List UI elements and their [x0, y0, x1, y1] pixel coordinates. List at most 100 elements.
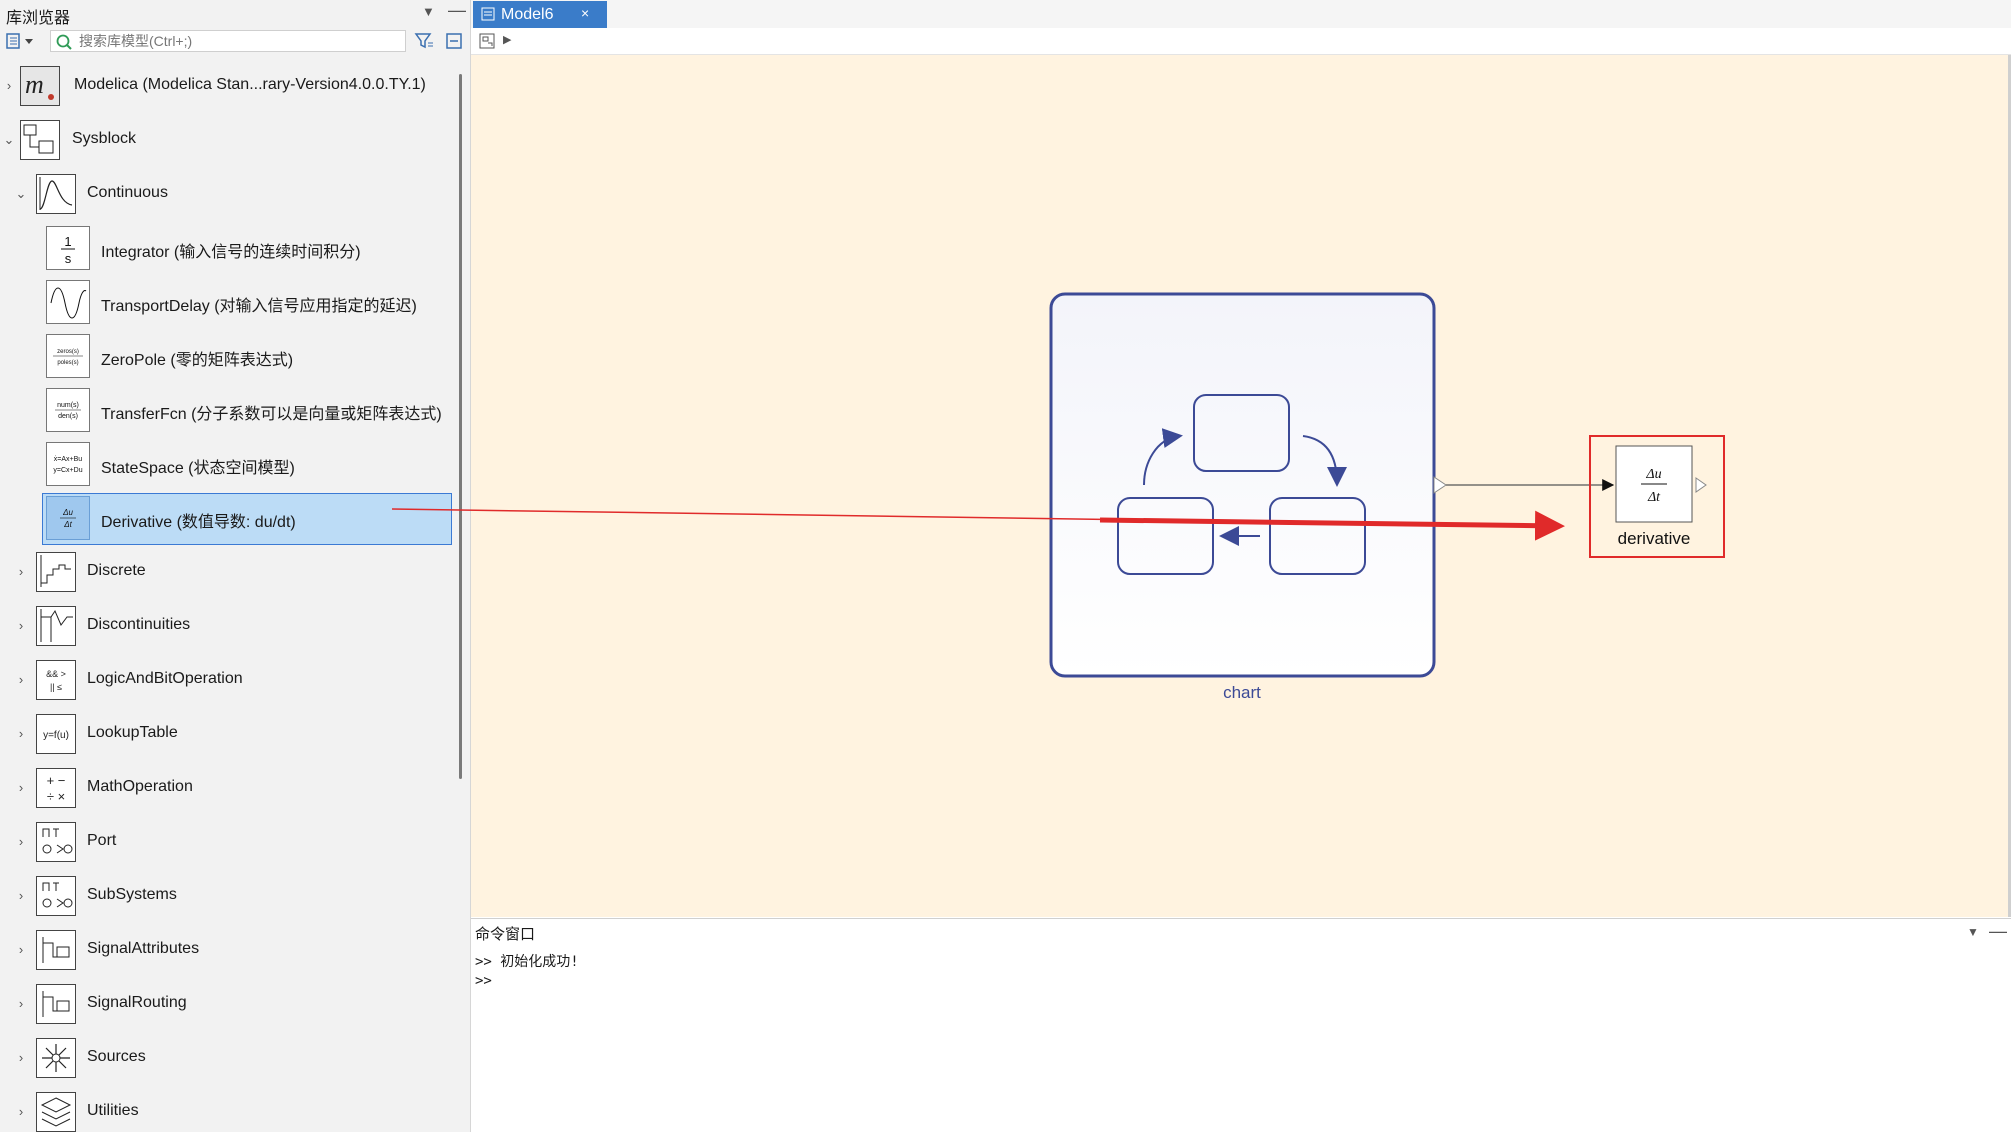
chevron-down-icon[interactable]: ⌄ — [2, 133, 16, 147]
svg-text:&& >: && > — [46, 669, 66, 679]
signal-attributes-icon — [36, 930, 76, 970]
chevron-right-icon[interactable]: › — [14, 1051, 28, 1065]
svg-text:s: s — [65, 251, 72, 266]
tree-item-sources[interactable]: › Sources — [0, 1032, 458, 1086]
tree-item-label: SignalAttributes — [87, 940, 200, 957]
command-window-title: 命令窗口 — [475, 926, 536, 943]
svg-text:num(s): num(s) — [57, 402, 79, 409]
svg-text:den(s): den(s) — [58, 413, 78, 420]
subsystems-icon — [36, 876, 76, 916]
svg-text:m: m — [25, 70, 44, 99]
tree-item-modelica[interactable]: › m Modelica (Modelica Stan...rary-Versi… — [0, 60, 458, 114]
chevron-right-icon[interactable]: › — [14, 781, 28, 795]
tree-item-label: LogicAndBitOperation — [87, 670, 243, 687]
tree-item-discontinuities[interactable]: › Discontinuities — [0, 600, 458, 654]
tree-item-math-operation[interactable]: › + − ÷ × MathOperation — [0, 762, 458, 816]
chevron-right-icon[interactable]: › — [14, 727, 28, 741]
breadcrumb: ▶ — [471, 28, 2011, 55]
command-prompt[interactable]: >> — [475, 973, 492, 989]
svg-text:1: 1 — [64, 234, 71, 249]
svg-text:Δt: Δt — [63, 520, 72, 529]
panel-menu-dropdown-icon[interactable]: ▼ — [422, 4, 435, 19]
tree-item-label: Sysblock — [72, 130, 137, 147]
tab-close-icon[interactable]: × — [581, 5, 589, 21]
svg-text:poles(s): poles(s) — [57, 360, 78, 366]
panel-menu-dropdown-icon[interactable]: ▼ — [1967, 925, 1979, 939]
chevron-right-icon[interactable]: › — [14, 835, 28, 849]
filter-button[interactable] — [414, 31, 434, 51]
collapse-all-button[interactable] — [444, 31, 464, 51]
tree-item-logic-and-bit-operation[interactable]: › && > || ≤ LogicAndBitOperation — [0, 654, 458, 708]
tree-item-discrete[interactable]: › Discrete — [0, 546, 458, 600]
chevron-right-icon[interactable]: › — [14, 565, 28, 579]
tree-item-sysblock[interactable]: ⌄ Sysblock — [0, 114, 458, 168]
port-icon — [36, 822, 76, 862]
tree-item-derivative[interactable]: Δu Δt Derivative (数值导数: du/dt) — [0, 492, 458, 546]
tree-item-label: Discontinuities — [87, 616, 191, 633]
math-operation-icon: + − ÷ × — [36, 768, 76, 808]
signal-routing-icon — [36, 984, 76, 1024]
chevron-right-icon[interactable]: › — [14, 943, 28, 957]
tree-scrollbar[interactable] — [459, 74, 462, 779]
tree-item-lookup-table[interactable]: › y=f(u) LookupTable — [0, 708, 458, 762]
chevron-right-icon[interactable]: › — [14, 673, 28, 687]
svg-text:Δu: Δu — [1645, 467, 1661, 482]
chart-block[interactable] — [1049, 292, 1447, 678]
chevron-down-icon[interactable]: ⌄ — [14, 187, 28, 201]
tree-item-transport-delay[interactable]: TransportDelay (对输入信号应用指定的延迟) — [0, 276, 458, 330]
tree-item-label: Derivative (数值导数: du/dt) — [101, 514, 296, 531]
model-canvas[interactable]: chart Δu Δt derivative — [471, 55, 2011, 917]
svg-text:+ −: + − — [47, 773, 66, 788]
search-box[interactable] — [50, 30, 406, 52]
tree-item-label: MathOperation — [87, 778, 193, 795]
svg-text:zeros(s): zeros(s) — [57, 349, 79, 355]
search-input[interactable] — [79, 32, 399, 50]
tree-item-integrator[interactable]: 1 s Integrator (输入信号的连续时间积分) — [0, 222, 458, 276]
breadcrumb-arrow-icon[interactable]: ▶ — [503, 33, 511, 46]
derivative-block[interactable]: Δu Δt — [1615, 445, 1707, 523]
state-space-icon: ẋ=Ax+Bu y=Cx+Du — [46, 442, 90, 486]
chevron-right-icon[interactable]: › — [14, 1105, 28, 1119]
tree-item-label: TransportDelay (对输入信号应用指定的延迟) — [101, 298, 417, 315]
tree-item-state-space[interactable]: ẋ=Ax+Bu y=Cx+Du StateSpace (状态空间模型) — [0, 438, 458, 492]
tree-item-subsystems[interactable]: › SubSystems — [0, 870, 458, 924]
library-tree: › m Modelica (Modelica Stan...rary-Versi… — [0, 58, 458, 1132]
transfer-fcn-icon: num(s) den(s) — [46, 388, 90, 432]
tree-item-label: Integrator (输入信号的连续时间积分) — [101, 244, 361, 261]
tree-item-transfer-fcn[interactable]: num(s) den(s) TransferFcn (分子系数可以是向量或矩阵表达… — [0, 384, 458, 438]
tree-item-label: LookupTable — [87, 724, 178, 741]
tree-item-signal-routing[interactable]: › SignalRouting — [0, 978, 458, 1032]
chevron-right-icon[interactable]: › — [14, 619, 28, 633]
tree-item-label: StateSpace (状态空间模型) — [101, 460, 295, 477]
panel-minimize-button[interactable]: — — [1989, 921, 2007, 942]
svg-text:y=f(u): y=f(u) — [43, 730, 69, 741]
derivative-icon: Δu Δt — [46, 496, 90, 540]
panel-minimize-button[interactable]: — — [448, 0, 466, 21]
chevron-right-icon[interactable]: › — [14, 889, 28, 903]
tree-item-label: Port — [87, 832, 117, 849]
view-mode-button[interactable] — [6, 32, 36, 50]
tree-item-continuous[interactable]: ⌄ Continuous — [0, 168, 458, 222]
tree-item-label: TransferFcn (分子系数可以是向量或矩阵表达式) — [101, 406, 442, 423]
tree-item-port[interactable]: › Port — [0, 816, 458, 870]
model-diagram: chart Δu Δt derivative — [1049, 292, 1725, 702]
model-root-icon[interactable] — [479, 33, 495, 49]
tree-item-signal-attributes[interactable]: › SignalAttributes — [0, 924, 458, 978]
command-window[interactable]: 命令窗口 ▼ — >> 初始化成功! >> — [471, 918, 2011, 1133]
continuous-icon — [36, 174, 76, 214]
chevron-right-icon[interactable]: › — [14, 997, 28, 1011]
library-browser-panel: 库浏览器 ▼ — 搜索库模型(Ctrl+;) › m Modelica (Mod… — [0, 0, 471, 1132]
chevron-right-icon[interactable]: › — [2, 79, 16, 93]
tree-item-label: Modelica (Modelica Stan...rary-Version4.… — [74, 76, 426, 93]
tree-item-label: Discrete — [87, 562, 146, 579]
transport-delay-icon — [46, 280, 90, 324]
svg-text:|| ≤: || ≤ — [50, 682, 62, 692]
chart-block-label: chart — [1223, 683, 1261, 702]
tab-label: Model6 — [501, 6, 554, 23]
logic-icon: && > || ≤ — [36, 660, 76, 700]
tree-item-label: Continuous — [87, 184, 168, 201]
library-browser-title: 库浏览器 — [6, 10, 71, 27]
tab-model6[interactable]: Model6 × — [473, 1, 607, 28]
tree-item-label: ZeroPole (零的矩阵表达式) — [101, 352, 294, 369]
tree-item-zero-pole[interactable]: zeros(s) poles(s) ZeroPole (零的矩阵表达式) — [0, 330, 458, 384]
